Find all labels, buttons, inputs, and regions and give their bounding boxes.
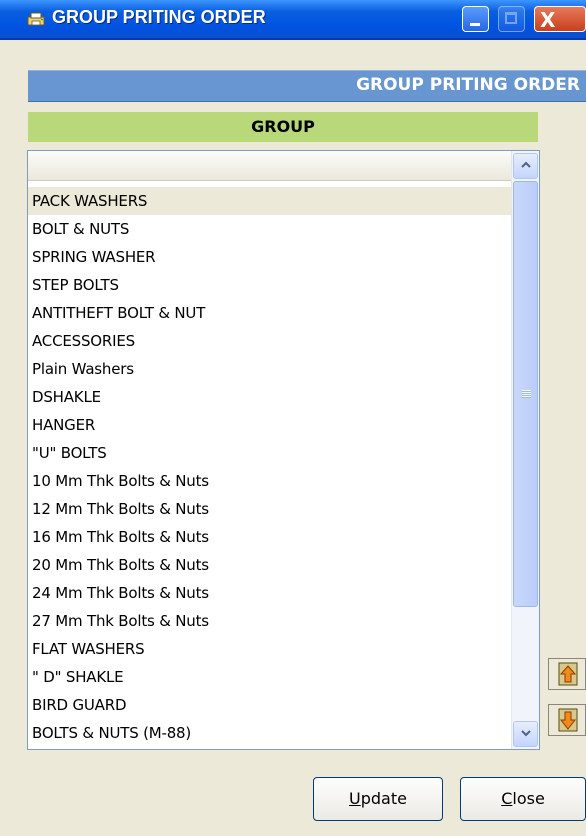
list-item[interactable]: BIRD GUARD — [28, 691, 519, 719]
list-item[interactable]: " D" SHAKLE — [28, 663, 519, 691]
window-title: GROUP PRITING ORDER — [52, 7, 266, 27]
close-window-button[interactable]: X — [534, 6, 586, 32]
list-item[interactable]: BOLTS & NUTS (M-88) — [28, 719, 519, 747]
list-item[interactable]: 10 Mm Thk Bolts & Nuts — [28, 467, 519, 495]
header-banner: GROUP PRITING ORDER — [28, 70, 586, 102]
maximize-button[interactable] — [498, 6, 525, 32]
list-item[interactable]: SPRING WASHER — [28, 243, 519, 271]
list-item[interactable]: "U" BOLTS — [28, 439, 519, 467]
header-banner-title: GROUP PRITING ORDER — [356, 75, 580, 95]
title-bar[interactable]: GROUP PRITING ORDER X — [0, 0, 586, 40]
list-item[interactable]: ACCESSORIES — [28, 327, 519, 355]
list-item[interactable]: DSHAKLE — [28, 383, 519, 411]
vertical-scrollbar[interactable] — [511, 151, 539, 749]
list-item[interactable]: 12 Mm Thk Bolts & Nuts — [28, 495, 519, 523]
list-item[interactable]: 24 Mm Thk Bolts & Nuts — [28, 579, 519, 607]
list-item[interactable]: HANGER — [28, 411, 519, 439]
list-item[interactable]: FLAT WASHERS — [28, 635, 519, 663]
group-heading-label: GROUP — [251, 117, 315, 136]
move-down-icon — [558, 708, 578, 732]
list-item[interactable]: Plain Washers — [28, 355, 519, 383]
chevron-up-icon — [521, 161, 531, 168]
list-item[interactable]: 27 Mm Thk Bolts & Nuts — [28, 607, 519, 635]
group-column-heading: GROUP — [28, 112, 538, 142]
scroll-up-button[interactable] — [513, 153, 538, 179]
move-up-button[interactable] — [548, 658, 586, 690]
group-list-items: PACK WASHERS BOLT & NUTS SPRING WASHER S… — [28, 187, 519, 747]
minimize-icon — [470, 23, 480, 26]
chevron-down-icon — [521, 730, 531, 737]
list-item[interactable]: PACK WASHERS — [28, 187, 519, 215]
list-item[interactable]: ANTITHEFT BOLT & NUT — [28, 299, 519, 327]
scroll-down-button[interactable] — [513, 721, 538, 747]
close-button[interactable]: Close — [460, 777, 586, 821]
update-accelerator: U — [349, 789, 361, 808]
list-item[interactable]: STEP BOLTS — [28, 271, 519, 299]
minimize-button[interactable] — [462, 6, 489, 32]
list-item[interactable]: 16 Mm Thk Bolts & Nuts — [28, 523, 519, 551]
group-list[interactable]: PACK WASHERS BOLT & NUTS SPRING WASHER S… — [27, 150, 540, 750]
printer-app-icon — [27, 12, 45, 26]
scroll-grip-icon — [522, 390, 531, 398]
move-up-icon — [558, 662, 578, 686]
group-printing-order-window: GROUP PRITING ORDER X GROUP PRITING ORDE… — [0, 0, 586, 836]
scroll-thumb[interactable] — [513, 181, 538, 607]
update-label: pdate — [360, 789, 407, 808]
maximize-icon — [505, 12, 517, 24]
list-item[interactable]: 20 Mm Thk Bolts & Nuts — [28, 551, 519, 579]
close-accelerator: C — [501, 789, 513, 808]
update-button[interactable]: Update — [313, 777, 443, 821]
close-label: lose — [512, 789, 545, 808]
close-icon: X — [540, 8, 556, 32]
list-column-header[interactable] — [28, 151, 519, 181]
move-down-button[interactable] — [548, 704, 586, 736]
list-item[interactable]: BOLT & NUTS — [28, 215, 519, 243]
